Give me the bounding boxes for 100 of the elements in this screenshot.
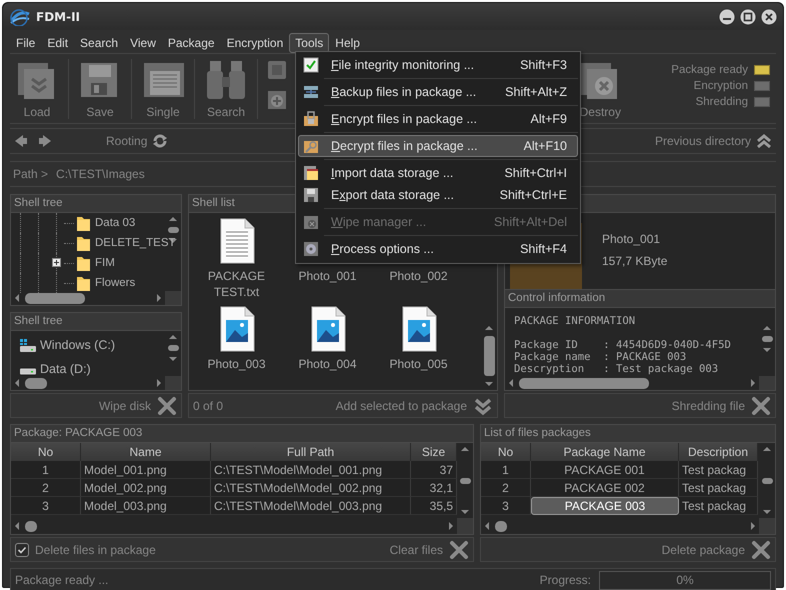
menu-item[interactable]: Backup files in package ... Shift+Alt+Z — [298, 81, 578, 103]
close-x-icon — [751, 540, 771, 560]
toolbar-button[interactable]: Search — [199, 55, 253, 119]
table-cell: Test packag — [679, 461, 758, 479]
table-cell: Model_003.png — [81, 497, 211, 515]
menu-item[interactable]: Import data storage ... Shift+Ctrl+I — [298, 162, 578, 184]
tree-item[interactable]: Flowers — [95, 277, 136, 289]
tree-item[interactable]: DELETE_TEST — [95, 237, 176, 249]
close-icon[interactable] — [761, 8, 777, 24]
back-arrow-icon[interactable] — [14, 134, 28, 148]
window-title: FDM-II — [36, 10, 80, 24]
drive-item[interactable]: Windows (C:) — [40, 338, 116, 352]
column-header[interactable]: No — [11, 443, 81, 461]
info-line: Descryption : Test package 003 — [514, 363, 720, 375]
shortcut-label: Alt+F9 — [530, 112, 567, 126]
file-name[interactable]: Photo_003 — [202, 356, 272, 372]
toolbar-button[interactable]: Save — [73, 55, 127, 119]
action-button[interactable]: Add selected to package — [336, 396, 493, 416]
menu-item[interactable]: Process options ... Shift+F4 — [298, 238, 578, 260]
folder-icon — [76, 214, 91, 232]
tree-item[interactable]: Data 03 — [95, 217, 136, 229]
table-cell: 35,5 — [411, 497, 457, 515]
panel-title: Package: PACKAGE 003 — [11, 425, 473, 443]
image-file-icon — [310, 306, 346, 352]
toolbar-button[interactable]: Single — [136, 55, 190, 119]
table-cell: PACKAGE 001 — [531, 461, 679, 479]
binoculars-icon — [205, 59, 247, 101]
logo-icon — [9, 8, 31, 26]
checkbox-icon — [303, 57, 319, 73]
file-name[interactable]: PACKAGE TEST.txt — [202, 268, 272, 300]
scrollbar-corner — [759, 518, 775, 534]
table-cell: 32,1 — [411, 479, 457, 497]
shortcut-label: Shift+F3 — [520, 58, 567, 72]
checkbox[interactable] — [15, 542, 29, 556]
item-count: 0 of 0 — [193, 398, 224, 412]
folder-icon — [76, 274, 91, 292]
close-x-icon — [157, 396, 177, 416]
toolbar-button[interactable]: Load — [10, 55, 64, 119]
file-name[interactable]: Photo_002 — [384, 268, 454, 284]
column-header[interactable]: Full Path — [211, 443, 411, 461]
folder-icon — [76, 234, 91, 252]
menu-item[interactable]: Search — [74, 32, 124, 52]
table-cell: Model_002.png — [81, 479, 211, 497]
table-cell: PACKAGE 003 — [531, 497, 679, 515]
menu-item[interactable]: Decrypt files in package ... Alt+F10 — [298, 135, 578, 157]
drive-item[interactable]: Data (D:) — [40, 362, 91, 376]
action-button[interactable]: Delete package — [662, 540, 771, 560]
file-name: Photo_001 — [602, 232, 662, 246]
shortcut-label: Shift+Ctrl+I — [504, 166, 567, 180]
column-header[interactable]: No — [481, 443, 531, 461]
action-button[interactable]: Shredding file — [672, 396, 771, 416]
file-name[interactable]: Photo_001 — [292, 268, 362, 284]
panel-title: Shell tree — [11, 313, 181, 331]
checkbox-label: Delete files in package — [35, 542, 156, 556]
scrollbar-corner — [165, 291, 181, 305]
table-cell: 37 — [411, 461, 457, 479]
column-header[interactable]: Package Name — [531, 443, 679, 461]
action-button[interactable]: Clear files — [390, 540, 469, 560]
indicator-label: Package ready — [671, 64, 748, 76]
refresh-icon — [152, 133, 168, 149]
maximize-icon[interactable] — [740, 8, 756, 24]
shortcut-label: Shift+F4 — [520, 242, 567, 256]
rooting-button[interactable]: Rooting — [106, 133, 168, 149]
menu-item[interactable]: View — [124, 32, 162, 52]
menu-item[interactable]: Encryption — [220, 32, 290, 52]
expand-icon[interactable] — [52, 258, 61, 267]
tree-item[interactable]: FIM — [95, 257, 115, 269]
previous-directory-button[interactable]: Previous directory — [654, 133, 772, 149]
column-header[interactable]: Size — [411, 443, 457, 461]
table-cell: 1 — [481, 461, 531, 479]
close-x-icon — [449, 540, 469, 560]
scrollbar-corner — [759, 376, 775, 390]
menu-item[interactable]: Encrypt files in package ... Alt+F9 — [298, 108, 578, 130]
menu-item[interactable]: Edit — [41, 32, 74, 52]
progress-text: 0% — [675, 572, 695, 586]
table-cell: 3 — [11, 497, 81, 515]
column-header[interactable]: Name — [81, 443, 211, 461]
menu-item[interactable]: Tools — [289, 32, 330, 52]
table-cell: 1 — [11, 461, 81, 479]
column-header[interactable]: Description — [679, 443, 758, 461]
add-icon[interactable] — [266, 89, 288, 111]
info-line: Package ID : 4454D6D9-040D-4F5D — [514, 339, 732, 351]
forward-arrow-icon[interactable] — [38, 134, 52, 148]
menu-item[interactable]: File — [10, 32, 42, 52]
folder-icon — [303, 214, 319, 230]
minimize-icon[interactable] — [719, 8, 735, 24]
menu-item[interactable]: File integrity monitoring ... Shift+F3 — [298, 54, 578, 76]
file-name[interactable]: Photo_004 — [292, 356, 362, 372]
file-name[interactable]: Photo_005 — [384, 356, 454, 372]
table-cell: C:\TEST\Model\Model_003.png — [211, 497, 411, 515]
panel-title: Shell tree — [11, 195, 181, 213]
drive-icon — [19, 338, 37, 352]
info-line: PACKAGE INFORMATION — [514, 315, 636, 327]
menu-item[interactable]: Package — [162, 32, 221, 52]
folder-icon — [76, 254, 91, 272]
file-size: 157,7 KByte — [602, 254, 668, 268]
scrollbar-corner — [457, 518, 473, 534]
action-button[interactable]: Wipe disk — [98, 396, 177, 416]
panel-title: List of files packages — [481, 425, 775, 443]
menu-item[interactable]: Help — [329, 32, 366, 52]
